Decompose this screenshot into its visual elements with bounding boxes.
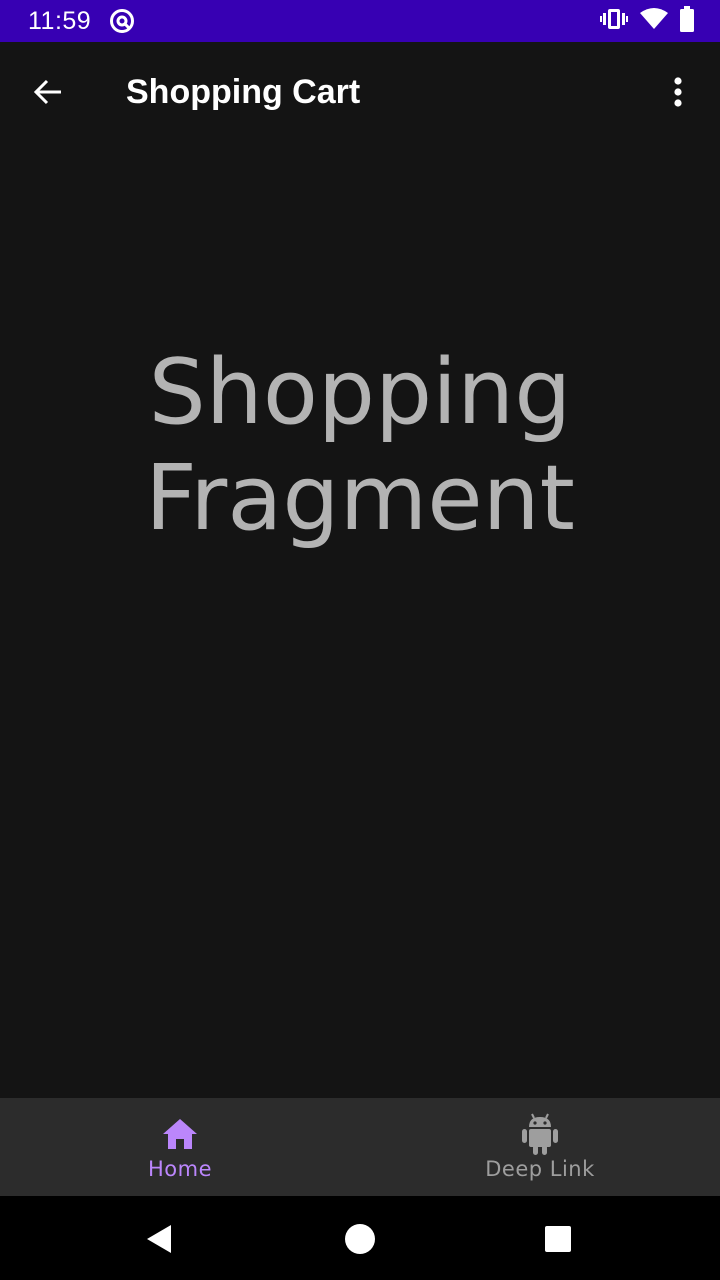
fragment-label-line2: Fragment: [145, 446, 575, 551]
screen: 11:59 Shopping Cart Shopping Fragment Ho…: [0, 0, 720, 1280]
system-navigation-bar: [0, 1196, 720, 1280]
recents-square-icon: [545, 1226, 571, 1252]
nav-label-deep-link: Deep Link: [485, 1157, 595, 1181]
fragment-content: Shopping Fragment: [0, 140, 720, 1098]
system-recents-button[interactable]: [533, 1214, 583, 1264]
wifi-icon: [640, 7, 668, 36]
fragment-label: Shopping Fragment: [0, 340, 720, 552]
arrow-back-icon: [33, 79, 61, 105]
home-circle-icon: [345, 1224, 375, 1254]
system-home-button[interactable]: [335, 1214, 385, 1264]
more-vert-icon: [674, 77, 682, 107]
nav-label-home: Home: [147, 1157, 212, 1181]
back-triangle-icon: [147, 1225, 171, 1253]
system-back-button[interactable]: [134, 1214, 184, 1264]
overflow-menu-button[interactable]: [654, 68, 702, 116]
status-bar: 11:59: [0, 0, 720, 42]
battery-icon: [680, 5, 694, 37]
app-title: Shopping Cart: [126, 73, 361, 111]
app-bar: Shopping Cart: [0, 42, 720, 140]
home-icon: [160, 1114, 200, 1154]
nav-item-deep-link[interactable]: Deep Link: [360, 1098, 720, 1196]
status-time: 11:59: [28, 7, 92, 35]
android-icon: [520, 1113, 560, 1155]
bottom-navigation: Home Deep Link: [0, 1098, 720, 1196]
back-button[interactable]: [20, 64, 76, 120]
vibrate-icon: [600, 7, 628, 36]
app-notification-icon: [109, 8, 135, 34]
nav-item-home[interactable]: Home: [0, 1098, 360, 1196]
fragment-label-line1: Shopping: [148, 340, 572, 445]
status-icons: [600, 5, 694, 37]
